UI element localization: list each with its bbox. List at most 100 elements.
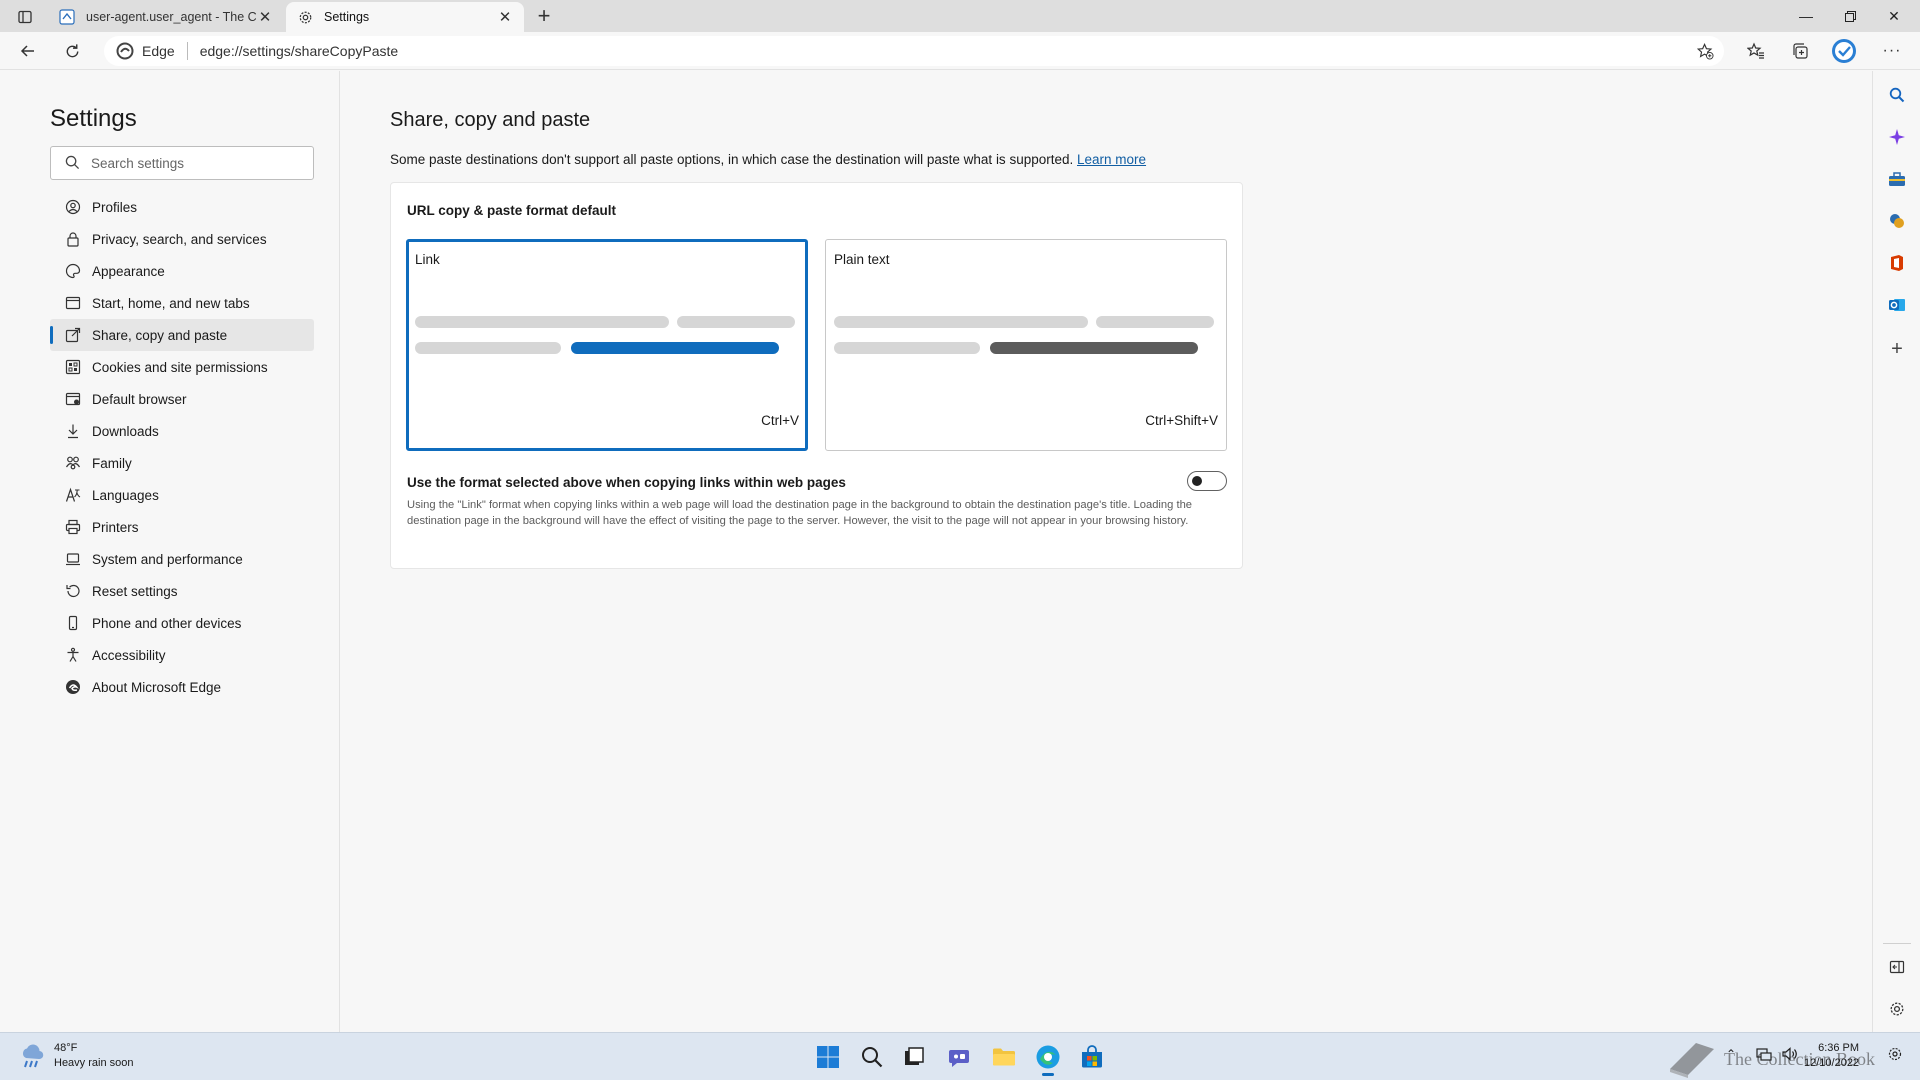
teams-chat-button[interactable]: [944, 1041, 976, 1073]
use-format-toggle[interactable]: [1187, 471, 1227, 491]
weather-widget[interactable]: 48°F Heavy rain soon: [18, 1041, 134, 1071]
sidebar-outlook-button[interactable]: [1885, 293, 1909, 317]
clock-date: 12/10/2022: [1804, 1057, 1860, 1069]
link-format-option[interactable]: Link Ctrl+V: [406, 239, 808, 451]
sidebar-item-label: Languages: [92, 487, 159, 503]
clock-time: 6:36 PM: [1818, 1042, 1860, 1054]
edge-browser-icon: [1036, 1045, 1060, 1069]
sidebar-item-system[interactable]: System and performance: [50, 543, 314, 575]
sidebar-item-label: Privacy, search, and services: [92, 231, 267, 247]
home-tabs-icon: [64, 294, 82, 312]
toolbox-icon: [1889, 172, 1905, 186]
sidebar-add-button[interactable]: +: [1885, 337, 1909, 361]
network-icon[interactable]: [1756, 1047, 1772, 1064]
games-icon: [1890, 214, 1904, 228]
sidebar-discover-button[interactable]: [1885, 125, 1909, 149]
sidebar-item-phone[interactable]: Phone and other devices: [50, 607, 314, 639]
store-button[interactable]: [1076, 1041, 1108, 1073]
edge-taskbar-button[interactable]: [1032, 1041, 1064, 1076]
back-button[interactable]: [14, 37, 42, 65]
refresh-icon: [66, 43, 78, 57]
search-settings-box[interactable]: [50, 146, 314, 180]
sidebar-item-downloads[interactable]: Downloads: [50, 415, 314, 447]
sidebar-toggle-icon: [1889, 960, 1905, 974]
task-view-button[interactable]: [898, 1041, 930, 1073]
close-tab-icon[interactable]: ✕: [496, 8, 514, 26]
add-favorite-button[interactable]: [1694, 40, 1716, 62]
printer-icon: [64, 518, 82, 536]
sidebar-item-start-home[interactable]: Start, home, and new tabs: [50, 287, 314, 319]
book-icon: [1670, 1043, 1714, 1078]
search-settings-input[interactable]: [91, 155, 313, 171]
address-bar[interactable]: Edge edge://settings/shareCopyPaste: [104, 36, 1724, 66]
profile-button[interactable]: [1830, 37, 1858, 65]
show-hidden-icons-button[interactable]: ⌃: [1726, 1047, 1736, 1061]
gear-icon: [296, 8, 314, 26]
tab-actions-button[interactable]: [12, 6, 38, 28]
sidebar-item-label: Family: [92, 455, 132, 471]
close-tab-icon[interactable]: ✕: [256, 8, 274, 26]
volume-icon[interactable]: [1782, 1047, 1798, 1064]
sidebar-item-reset[interactable]: Reset settings: [50, 575, 314, 607]
sidebar-item-label: About Microsoft Edge: [92, 679, 222, 695]
plain-text-format-option[interactable]: Plain text Ctrl+Shift+V: [825, 239, 1227, 451]
sidebar-settings-button[interactable]: [1885, 997, 1909, 1021]
sidebar-item-profiles[interactable]: Profiles: [50, 191, 314, 223]
favorites-button[interactable]: [1742, 37, 1770, 65]
browser-icon: [64, 390, 82, 408]
close-window-button[interactable]: ✕: [1872, 0, 1916, 32]
windows-taskbar: 48°F Heavy rain soon The Collection Book…: [0, 1032, 1920, 1080]
sidebar-item-appearance[interactable]: Appearance: [50, 255, 314, 287]
sidebar-games-button[interactable]: [1885, 209, 1909, 233]
sidebar-item-accessibility[interactable]: Accessibility: [50, 639, 314, 671]
sidebar-item-label: Start, home, and new tabs: [92, 295, 250, 311]
sidebar-tools-button[interactable]: [1885, 167, 1909, 191]
sidebar-item-languages[interactable]: Languages: [50, 479, 314, 511]
start-button[interactable]: [812, 1041, 844, 1073]
option-label: Link: [415, 252, 440, 267]
search-icon: [65, 155, 81, 171]
preview-line: [677, 316, 795, 328]
tab-strip: user-agent.user_agent - The Coll ✕ Setti…: [0, 0, 1920, 32]
task-view-icon: [905, 1047, 924, 1065]
page-description: Some paste destinations don't support al…: [390, 152, 1146, 167]
gear-icon: [1890, 1002, 1904, 1016]
tab-title: user-agent.user_agent - The Coll: [86, 10, 256, 24]
hide-sidebar-button[interactable]: [1885, 955, 1909, 979]
sidebar-search-button[interactable]: [1885, 83, 1909, 107]
url-text[interactable]: edge://settings/shareCopyPaste: [200, 43, 398, 59]
url-format-card: URL copy & paste format default Link Ctr…: [390, 182, 1243, 569]
file-explorer-button[interactable]: [988, 1041, 1020, 1073]
sidebar-item-cookies[interactable]: Cookies and site permissions: [50, 351, 314, 383]
sidebar-item-default-browser[interactable]: Default browser: [50, 383, 314, 415]
sidebar-item-share-copy-paste[interactable]: Share, copy and paste: [50, 319, 314, 351]
refresh-button[interactable]: [58, 37, 86, 65]
office-icon: [1891, 255, 1903, 271]
option-label: Plain text: [834, 252, 890, 267]
minimize-button[interactable]: —: [1784, 0, 1828, 32]
notification-icon[interactable]: [1888, 1047, 1902, 1064]
sidebar-item-about[interactable]: About Microsoft Edge: [50, 671, 314, 703]
tab-user-agent[interactable]: user-agent.user_agent - The Coll ✕: [48, 2, 284, 32]
sidebar-item-family[interactable]: Family: [50, 447, 314, 479]
taskbar-search-button[interactable]: [856, 1041, 888, 1073]
new-tab-button[interactable]: +: [532, 3, 556, 28]
more-menu-button[interactable]: ···: [1878, 37, 1906, 65]
accessibility-icon: [64, 646, 82, 664]
sidebar-item-privacy[interactable]: Privacy, search, and services: [50, 223, 314, 255]
preview-line: [1096, 316, 1214, 328]
preview-line: [834, 342, 980, 354]
collections-button[interactable]: [1786, 37, 1814, 65]
sidebar-office-button[interactable]: [1885, 251, 1909, 275]
settings-content: Share, copy and paste Some paste destina…: [341, 71, 1872, 1032]
tab-settings[interactable]: Settings ✕: [286, 2, 524, 32]
learn-more-link[interactable]: Learn more: [1077, 152, 1146, 167]
back-arrow-icon: [20, 45, 34, 57]
lock-icon: [64, 230, 82, 248]
reset-icon: [64, 582, 82, 600]
sidebar-item-label: Reset settings: [92, 583, 178, 599]
sidebar-item-printers[interactable]: Printers: [50, 511, 314, 543]
restore-button[interactable]: [1828, 0, 1872, 32]
system-clock[interactable]: 6:36 PM 12/10/2022: [1804, 1041, 1859, 1071]
scheme-label: Edge: [142, 43, 175, 59]
